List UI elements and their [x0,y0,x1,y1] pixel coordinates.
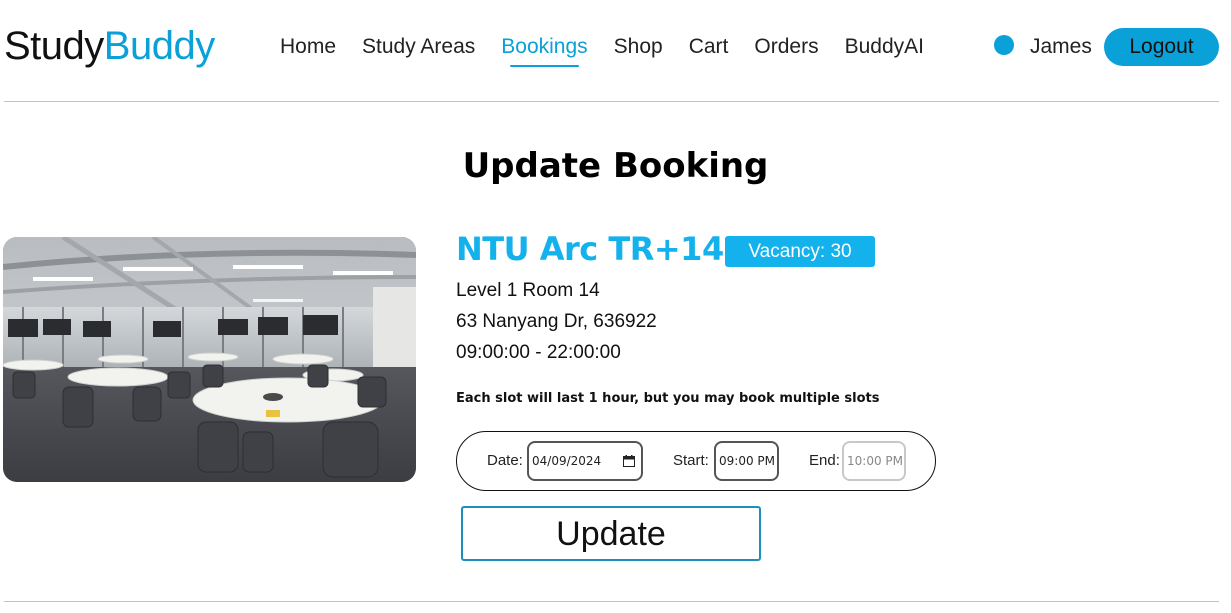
studybuddy-logo[interactable]: StudyBuddy [4,22,215,70]
nav-study-areas[interactable]: Study Areas [362,30,475,64]
start-label: Start: [673,452,709,469]
nav-cart[interactable]: Cart [689,30,729,64]
study-room-photo [3,237,416,482]
start-time-input[interactable]: 09:00 PM [714,441,779,481]
nav-shop[interactable]: Shop [614,30,663,64]
slot-note: Each slot will last 1 hour, but you may … [456,391,880,406]
nav-buddyai[interactable]: BuddyAI [845,30,924,64]
user-name[interactable]: James [1030,30,1092,64]
top-navbar: StudyBuddy Home Study Areas Bookings Sho… [0,0,1231,102]
room-address: 63 Nanyang Dr, 636922 [456,311,657,332]
header-divider [4,101,1219,102]
vacancy-badge: Vacancy: 30 [725,236,875,267]
nav-home[interactable]: Home [280,30,336,64]
nav-bookings[interactable]: Bookings [501,30,588,67]
footer-divider [4,601,1219,602]
update-button[interactable]: Update [461,506,761,561]
end-time-input: 10:00 PM [842,441,906,481]
room-name: NTU Arc TR+14 [456,230,724,268]
nav-orders[interactable]: Orders [754,30,818,64]
room-location: Level 1 Room 14 [456,280,600,301]
room-hours: 09:00:00 - 22:00:00 [456,342,621,363]
end-label: End: [809,452,840,469]
logout-button[interactable]: Logout [1104,28,1219,66]
page-title: Update Booking [462,146,769,186]
main-nav: Home Study Areas Bookings Shop Cart Orde… [280,30,950,67]
user-status-icon [994,35,1014,55]
date-label: Date: [487,452,523,469]
booking-slot-form: Date: 04/09/2024 Start: 09:00 PM End: 10… [456,431,936,491]
date-input[interactable]: 04/09/2024 [527,441,643,481]
calendar-icon[interactable] [623,455,635,467]
